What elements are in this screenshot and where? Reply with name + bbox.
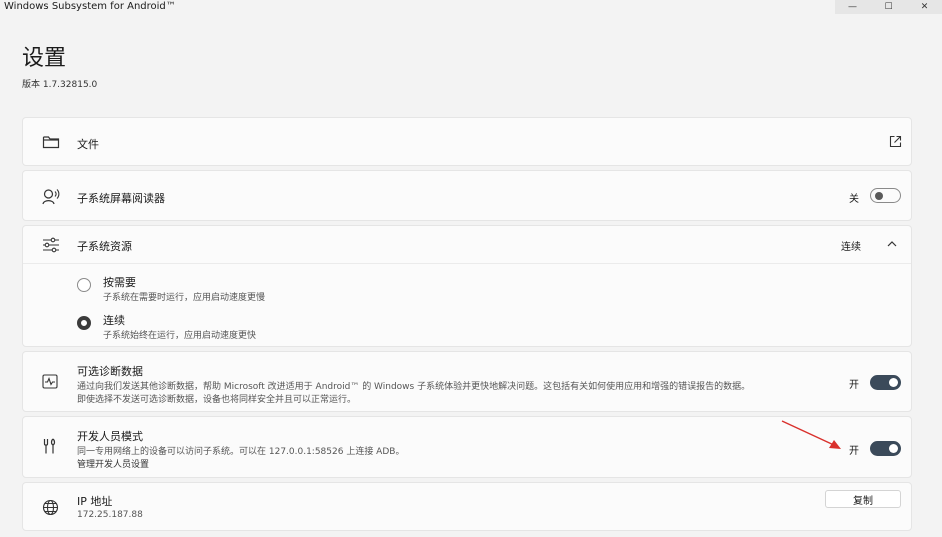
option-continuous-title: 连续 <box>103 314 125 327</box>
option-on-demand[interactable]: 按需要 子系统在需要时运行，应用启动速度更慢 <box>73 274 373 303</box>
developer-mode-state: 开 <box>849 446 859 457</box>
sliders-icon <box>43 237 59 253</box>
ip-address-value: 172.25.187.88 <box>77 510 143 520</box>
diagnostics-icon <box>42 374 58 389</box>
screen-reader-row: 子系统屏幕阅读器 关 <box>22 170 912 221</box>
files-row[interactable]: 文件 <box>22 117 912 166</box>
diagnostics-desc-line1: 通过向我们发送其他诊断数据，帮助 Microsoft 改进适用于 Android… <box>77 382 751 392</box>
option-continuous-desc: 子系统始终在运行，应用启动速度更快 <box>103 331 257 341</box>
ip-address-label: IP 地址 <box>77 495 113 508</box>
open-external-icon[interactable] <box>889 135 902 148</box>
ip-address-row: IP 地址 172.25.187.88 复制 <box>22 482 912 531</box>
diagnostics-toggle[interactable] <box>870 375 901 390</box>
files-label: 文件 <box>77 138 99 151</box>
resources-header[interactable]: 子系统资源 连续 <box>23 226 911 263</box>
copy-button[interactable]: 复制 <box>825 490 901 508</box>
minimize-button[interactable]: — <box>835 0 870 14</box>
option-continuous[interactable]: 连续 子系统始终在运行，应用启动速度更快 <box>73 312 373 341</box>
screen-reader-icon <box>42 189 60 205</box>
radio-continuous[interactable] <box>77 316 91 330</box>
close-button[interactable]: ✕ <box>907 0 942 14</box>
version-text: 版本 1.7.32815.0 <box>22 80 98 90</box>
option-on-demand-title: 按需要 <box>103 276 136 289</box>
annotation-arrow <box>781 420 841 449</box>
globe-icon <box>42 499 59 516</box>
screen-reader-label: 子系统屏幕阅读器 <box>77 192 165 205</box>
maximize-button[interactable]: ☐ <box>871 0 906 14</box>
screen-reader-toggle[interactable] <box>870 188 901 203</box>
diagnostics-state: 开 <box>849 380 859 391</box>
resources-label: 子系统资源 <box>77 240 132 253</box>
diagnostics-row: 可选诊断数据 通过向我们发送其他诊断数据，帮助 Microsoft 改进适用于 … <box>22 351 912 412</box>
chevron-up-icon[interactable] <box>887 240 897 247</box>
radio-on-demand[interactable] <box>77 278 91 292</box>
title-bar: Windows Subsystem for Android™ — ☐ ✕ <box>0 0 942 16</box>
diagnostics-label: 可选诊断数据 <box>77 365 143 378</box>
developer-mode-desc: 同一专用网络上的设备可以访问子系统。可以在 127.0.0.1:58526 上连… <box>77 447 405 457</box>
screen-reader-state: 关 <box>849 194 859 205</box>
diagnostics-desc-line2: 即使选择不发送可选诊断数据，设备也将同样安全并且可以正常运行。 <box>77 395 357 405</box>
divider <box>23 263 911 264</box>
page-title: 设置 <box>22 46 67 71</box>
app-title: Windows Subsystem for Android™ <box>4 1 176 12</box>
option-on-demand-desc: 子系统在需要时运行，应用启动速度更慢 <box>103 293 266 303</box>
window-controls: — ☐ ✕ <box>835 0 942 14</box>
resources-value: 连续 <box>841 242 861 253</box>
folder-icon <box>42 136 60 149</box>
developer-tools-icon <box>43 438 56 454</box>
resources-panel: 子系统资源 连续 按需要 子系统在需要时运行，应用启动速度更慢 连续 子系统始终… <box>22 225 912 347</box>
developer-mode-label: 开发人员模式 <box>77 430 143 443</box>
manage-developer-settings-link[interactable]: 管理开发人员设置 <box>77 457 149 470</box>
developer-mode-toggle[interactable] <box>870 441 901 456</box>
